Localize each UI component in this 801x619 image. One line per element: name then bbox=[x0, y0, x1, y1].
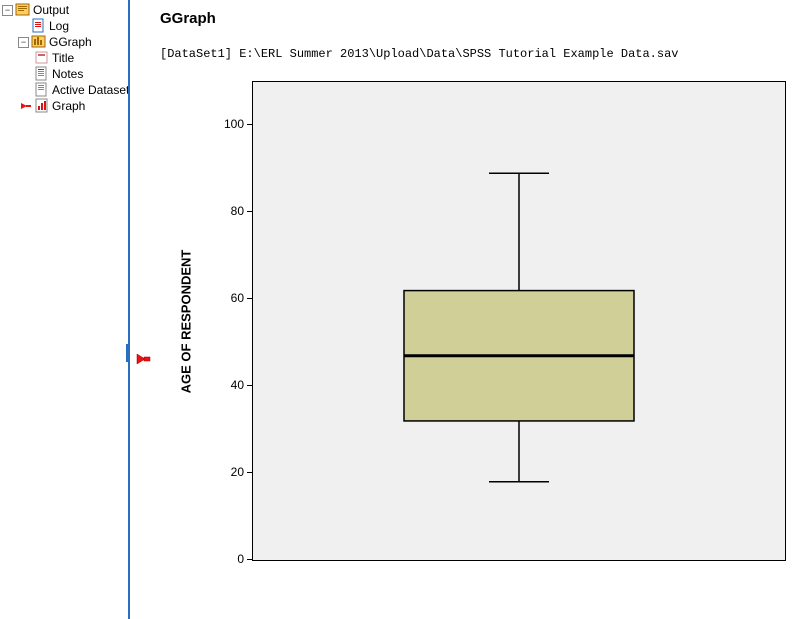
plot-panel bbox=[252, 81, 786, 561]
boxplot-svg bbox=[253, 82, 785, 560]
y-tick-label: 80 bbox=[214, 204, 244, 218]
tree-node-log[interactable]: Log bbox=[0, 18, 128, 34]
y-tick-label: 60 bbox=[214, 291, 244, 305]
y-tick-label: 40 bbox=[214, 378, 244, 392]
tree-node-ggraph[interactable]: − GGraph bbox=[0, 34, 128, 50]
output-tree-panel: − Output Log − GGraph bbox=[0, 0, 130, 619]
y-tick-label: 20 bbox=[214, 465, 244, 479]
current-item-arrow-icon bbox=[136, 352, 152, 369]
tree-node-graph[interactable]: Graph bbox=[0, 98, 128, 114]
section-title: GGraph bbox=[160, 10, 801, 27]
tree-node-active-dataset[interactable]: Active Dataset bbox=[0, 82, 128, 98]
active-dataset-icon bbox=[34, 82, 50, 98]
tree-node-notes[interactable]: Notes bbox=[0, 66, 128, 82]
expander-icon[interactable]: − bbox=[2, 5, 13, 16]
tree-label: GGraph bbox=[49, 34, 92, 50]
app-root: − Output Log − GGraph bbox=[0, 0, 801, 619]
y-tick-label: 0 bbox=[214, 552, 244, 566]
output-content: GGraph [DataSet1] E:\ERL Summer 2013\Upl… bbox=[130, 0, 801, 619]
output-tree[interactable]: − Output Log − GGraph bbox=[0, 2, 128, 114]
expander-icon[interactable]: − bbox=[18, 37, 29, 48]
graph-icon bbox=[34, 98, 50, 114]
dataset-path-text: [DataSet1] E:\ERL Summer 2013\Upload\Dat… bbox=[160, 47, 801, 61]
y-tick-label: 100 bbox=[214, 117, 244, 131]
tree-label: Active Dataset bbox=[52, 82, 129, 98]
title-icon bbox=[34, 50, 50, 66]
y-axis-label: AGE OF RESPONDENT bbox=[176, 81, 196, 561]
tree-label: Title bbox=[52, 50, 74, 66]
notes-icon bbox=[34, 66, 50, 82]
output-icon bbox=[15, 2, 31, 18]
ggraph-folder-icon bbox=[31, 34, 47, 50]
boxplot-chart[interactable]: AGE OF RESPONDENT 0 20 40 60 80 100 bbox=[174, 81, 786, 581]
tree-label: Output bbox=[33, 2, 69, 18]
tree-node-title[interactable]: Title bbox=[0, 50, 128, 66]
tree-label: Notes bbox=[52, 66, 83, 82]
tree-label: Graph bbox=[52, 98, 85, 114]
selected-arrow-icon bbox=[20, 100, 32, 112]
tree-label: Log bbox=[49, 18, 69, 34]
tree-node-output[interactable]: − Output bbox=[0, 2, 128, 18]
log-icon bbox=[31, 18, 47, 34]
tree-spacer bbox=[18, 21, 29, 32]
